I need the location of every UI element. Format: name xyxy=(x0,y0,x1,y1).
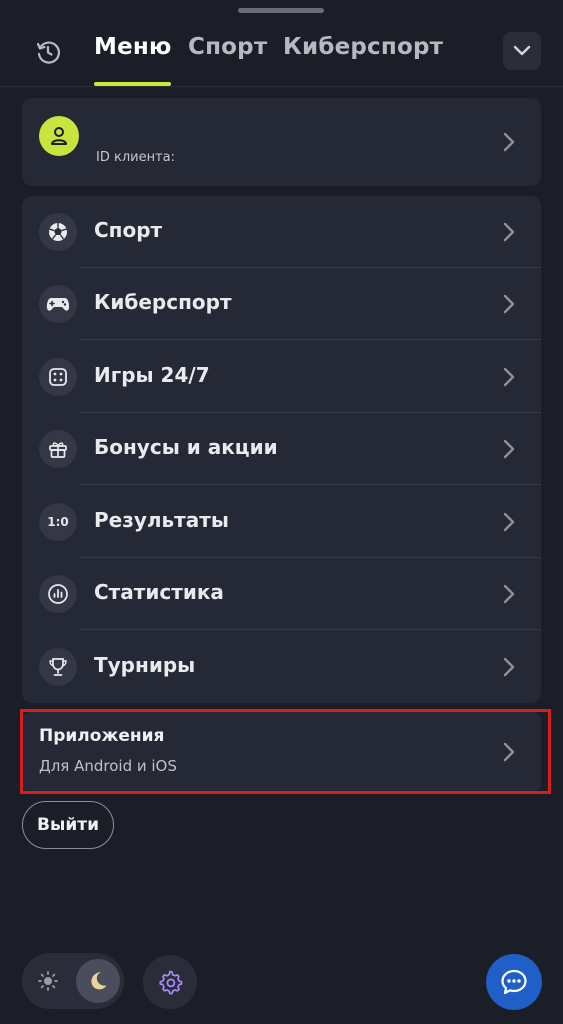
menu-item-label: Игры 24/7 xyxy=(94,363,210,387)
sun-icon[interactable] xyxy=(36,969,60,993)
menu-item-statistics[interactable]: Статистика xyxy=(22,558,541,630)
client-id-label: ID клиента: xyxy=(96,150,176,165)
chevron-right-icon xyxy=(503,584,515,604)
menu-item-label: Спорт xyxy=(94,218,163,242)
theme-toggle[interactable] xyxy=(22,953,124,1009)
chevron-down-icon xyxy=(513,45,531,56)
collapse-button[interactable] xyxy=(503,32,541,70)
menu-item-results[interactable]: 1:0 Результаты xyxy=(22,486,541,558)
menu-item-esports[interactable]: Киберспорт xyxy=(22,268,541,340)
header-divider xyxy=(0,86,563,87)
gear-icon xyxy=(159,970,183,995)
soccer-ball-icon xyxy=(39,213,77,251)
clock-icon xyxy=(36,41,60,64)
chevron-right-icon xyxy=(503,439,515,459)
chevron-right-icon xyxy=(503,222,515,242)
tab-sport[interactable]: Спорт xyxy=(188,34,267,60)
divider xyxy=(79,629,541,630)
divider xyxy=(79,484,541,485)
menu-list: Спорт Киберспорт Игры 24/7 Бонусы и акци… xyxy=(22,196,541,703)
avatar xyxy=(39,116,79,156)
moon-icon[interactable] xyxy=(76,959,120,1003)
settings-button[interactable] xyxy=(143,955,197,1009)
menu-item-tournaments[interactable]: Турниры xyxy=(22,631,541,703)
menu-item-games[interactable]: Игры 24/7 xyxy=(22,341,541,413)
history-button[interactable] xyxy=(30,34,66,70)
logout-button[interactable]: Выйти xyxy=(22,801,114,849)
menu-item-label: Результаты xyxy=(94,508,229,532)
divider xyxy=(79,339,541,340)
menu-item-bonuses[interactable]: Бонусы и акции xyxy=(22,413,541,485)
profile-card[interactable]: ID клиента: xyxy=(22,98,541,186)
chat-icon xyxy=(501,969,527,995)
sheet-drag-handle[interactable] xyxy=(238,8,324,13)
user-icon xyxy=(51,127,67,145)
menu-item-label: Бонусы и акции xyxy=(94,435,278,459)
chevron-right-icon xyxy=(503,512,515,532)
chevron-right-icon xyxy=(503,367,515,387)
menu-item-label: Киберспорт xyxy=(94,290,232,314)
tab-esports[interactable]: Киберспорт xyxy=(283,34,443,60)
dice-icon xyxy=(39,358,77,396)
menu-item-label: Турниры xyxy=(94,653,196,677)
gamepad-icon xyxy=(39,285,77,323)
tab-menu[interactable]: Меню xyxy=(94,34,172,60)
score-icon-text: 1:0 xyxy=(47,515,69,529)
gift-icon xyxy=(39,430,77,468)
menu-item-label: Статистика xyxy=(94,580,224,604)
highlight-box xyxy=(20,709,551,794)
trophy-icon xyxy=(39,648,77,686)
chevron-right-icon xyxy=(503,294,515,314)
statistics-icon xyxy=(39,575,77,613)
chevron-right-icon xyxy=(503,657,515,677)
score-icon: 1:0 xyxy=(39,503,77,541)
chat-button[interactable] xyxy=(486,954,542,1010)
chevron-right-icon xyxy=(503,132,515,152)
menu-item-sport[interactable]: Спорт xyxy=(22,196,541,268)
